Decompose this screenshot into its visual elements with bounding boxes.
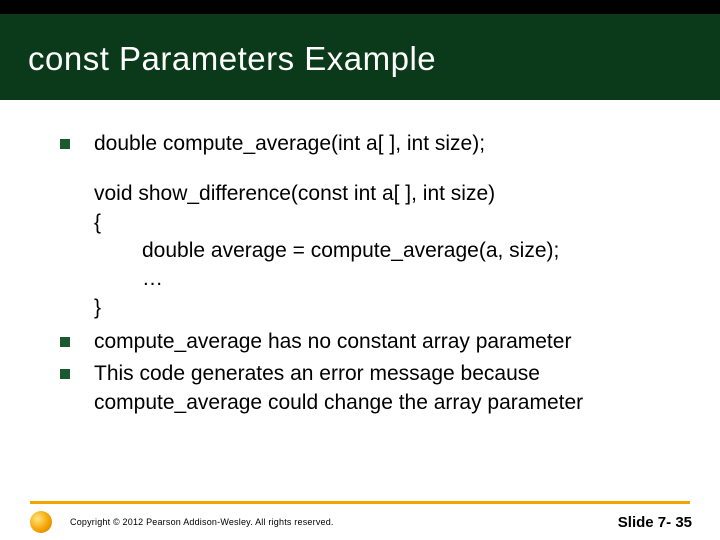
square-bullet-icon (60, 369, 70, 379)
bullet-text: compute_average has no constant array pa… (94, 328, 680, 356)
bullet-item: compute_average has no constant array pa… (60, 328, 680, 356)
code-block: void show_difference(const int a[ ], int… (94, 180, 680, 322)
slide-number: Slide 7- 35 (618, 514, 692, 531)
slide-content: double compute_average(int a[ ], int siz… (0, 100, 720, 417)
slide-title: const Parameters Example (28, 40, 436, 78)
copyright-text: Copyright © 2012 Pearson Addison-Wesley.… (70, 517, 334, 527)
square-bullet-icon (60, 337, 70, 347)
code-line: double average = compute_average(a, size… (94, 237, 680, 265)
bullet-text: double compute_average(int a[ ], int siz… (94, 130, 680, 158)
title-band: const Parameters Example (0, 0, 720, 100)
code-line: { (94, 209, 680, 237)
bullet-text: This code generates an error message bec… (94, 360, 680, 417)
square-bullet-icon (60, 139, 70, 149)
code-line: } (94, 294, 680, 322)
footer: Copyright © 2012 Pearson Addison-Wesley.… (0, 504, 720, 540)
code-line: … (94, 265, 680, 293)
bullet-item: This code generates an error message bec… (60, 360, 680, 417)
top-black-bar (0, 0, 720, 14)
bullet-item: double compute_average(int a[ ], int siz… (60, 130, 680, 158)
code-line: void show_difference(const int a[ ], int… (94, 180, 680, 208)
